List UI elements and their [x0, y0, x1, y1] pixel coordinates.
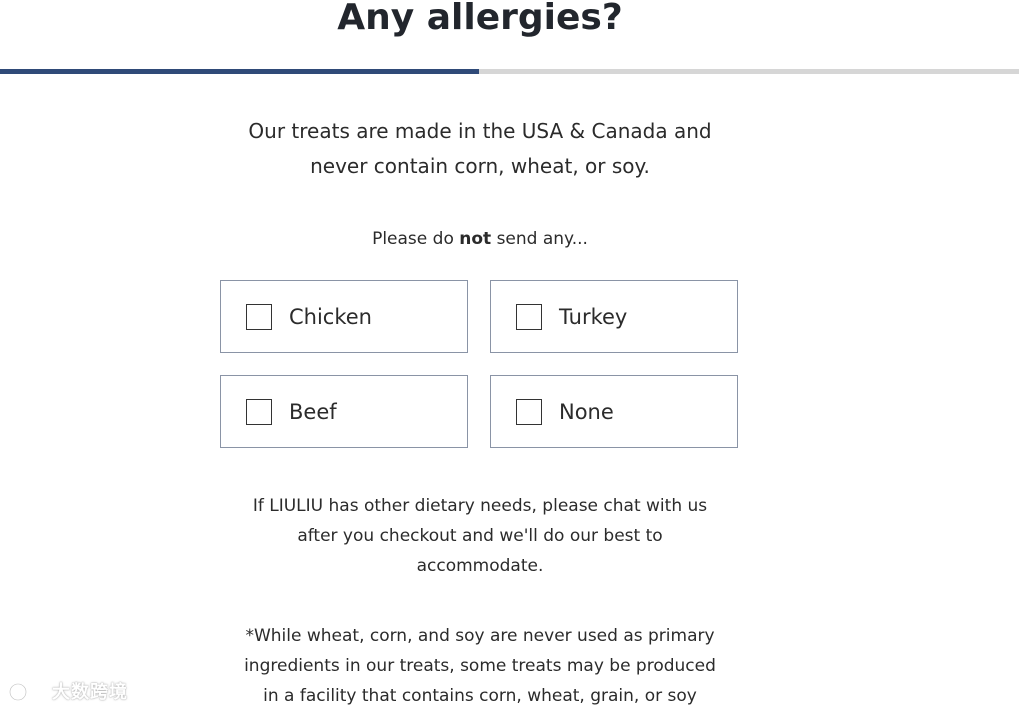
option-label-beef: Beef [289, 400, 337, 424]
prompt-after: send any... [491, 229, 588, 249]
option-none[interactable]: None [490, 375, 738, 448]
option-turkey[interactable]: Turkey [490, 280, 738, 353]
checkbox-turkey[interactable] [516, 304, 542, 330]
page-title: Any allergies? [337, 0, 623, 38]
watermark: 大数跨境 [8, 676, 128, 706]
checkbox-none[interactable] [516, 399, 542, 425]
option-label-turkey: Turkey [559, 305, 628, 329]
option-chicken[interactable]: Chicken [220, 280, 468, 353]
intro-line-2: never contain corn, wheat, or soy. [310, 154, 650, 178]
note-line-1: If LIULIU has other dietary needs, pleas… [252, 496, 708, 516]
watermark-text: 大数跨境 [52, 682, 128, 703]
allergies-page: Any allergies? Our treats are made in th… [0, 0, 1019, 710]
progress-bar-fill [0, 69, 479, 74]
option-label-none: None [559, 400, 614, 424]
note-line-3: accommodate. [416, 556, 544, 576]
note-line-2: after you checkout and we'll do our best… [297, 526, 663, 546]
intro-text: Our treats are made in the USA & Canada … [0, 114, 960, 184]
dietary-note: If LIULIU has other dietary needs, pleas… [0, 491, 960, 581]
facility-footnote: *While wheat, corn, and soy are never us… [0, 621, 960, 710]
footnote-line-2: ingredients in our treats, some treats m… [244, 656, 716, 676]
footnote-line-3: in a facility that contains corn, wheat,… [263, 686, 697, 706]
checkbox-chicken[interactable] [246, 304, 272, 330]
footnote-line-1: *While wheat, corn, and soy are never us… [245, 626, 715, 646]
prompt-emphasis: not [459, 229, 492, 249]
allergy-prompt: Please do not send any... [0, 227, 960, 251]
prompt-before: Please do [372, 229, 460, 249]
watermark-logo-icon [8, 682, 46, 702]
checkbox-beef[interactable] [246, 399, 272, 425]
intro-line-1: Our treats are made in the USA & Canada … [248, 119, 712, 143]
option-beef[interactable]: Beef [220, 375, 468, 448]
progress-bar [0, 69, 1019, 74]
option-label-chicken: Chicken [289, 305, 372, 329]
